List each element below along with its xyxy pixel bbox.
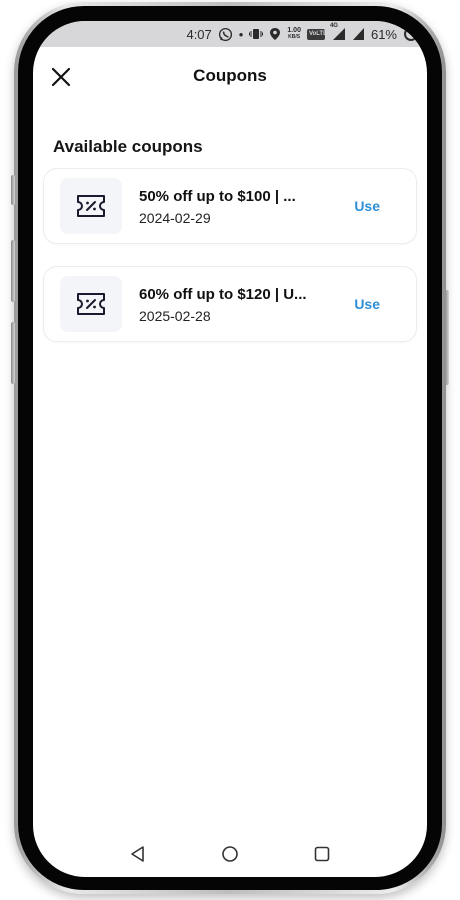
phone-side-button [11, 322, 15, 384]
vibrate-icon [249, 26, 264, 42]
signal-icon: 4G [329, 23, 346, 42]
phone-side-button [11, 175, 15, 205]
use-coupon-button[interactable]: Use [354, 198, 380, 214]
network-speed-value: 1.00 [287, 27, 301, 34]
coupon-ticket-icon [77, 195, 105, 217]
section-title: Available coupons [53, 137, 203, 156]
battery-icon [403, 26, 419, 42]
page-title: Coupons [193, 66, 267, 85]
network-speed: 1.00 KB/S [287, 26, 301, 42]
coupon-card[interactable]: 50% off up to $100 | ... 2024-02-29 Use [43, 168, 417, 244]
coupon-date: 2025-02-28 [139, 308, 211, 324]
status-bar-right: 4:07 • 1.00 KB/S VoLT 4G 61% [186, 23, 419, 43]
nav-recents-button[interactable] [311, 843, 333, 865]
home-circle-icon[interactable] [221, 845, 239, 863]
app-screen: 4:07 • 1.00 KB/S VoLT 4G 61% Coupons Ava… [33, 21, 427, 877]
nav-back-button[interactable] [127, 843, 149, 865]
signal-4g-label: 4G [329, 23, 338, 29]
volte-label: VoLTE [306, 28, 325, 40]
back-triangle-icon[interactable] [129, 845, 147, 863]
status-dot: • [238, 26, 244, 42]
app-header: Coupons [33, 57, 427, 97]
coupon-thumbnail [60, 276, 122, 332]
coupon-card[interactable]: 60% off up to $120 | U... 2025-02-28 Use [43, 266, 417, 342]
location-icon [269, 26, 281, 42]
system-nav-bar [33, 831, 427, 877]
whatsapp-icon [218, 26, 233, 42]
phone-side-button [11, 240, 15, 302]
phone-side-button [445, 290, 449, 385]
coupon-date: 2024-02-29 [139, 210, 211, 226]
status-time: 4:07 [186, 26, 212, 42]
coupon-ticket-icon [77, 293, 105, 315]
network-speed-unit: KB/S [288, 34, 301, 40]
status-bar: 4:07 • 1.00 KB/S VoLT 4G 61% [33, 21, 427, 47]
volte-icon: VoLTE [306, 26, 325, 42]
recents-square-icon[interactable] [313, 845, 331, 863]
device-mockup: 4:07 • 1.00 KB/S VoLT 4G 61% Coupons Ava… [0, 0, 460, 900]
coupon-title: 60% off up to $120 | U... [139, 286, 307, 303]
nav-home-button[interactable] [219, 843, 241, 865]
coupon-list: 50% off up to $100 | ... 2024-02-29 Use … [43, 168, 417, 364]
signal-icon [352, 26, 365, 42]
use-coupon-button[interactable]: Use [354, 296, 380, 312]
battery-percent: 61% [370, 26, 397, 42]
coupon-title: 50% off up to $100 | ... [139, 188, 296, 205]
coupon-thumbnail [60, 178, 122, 234]
